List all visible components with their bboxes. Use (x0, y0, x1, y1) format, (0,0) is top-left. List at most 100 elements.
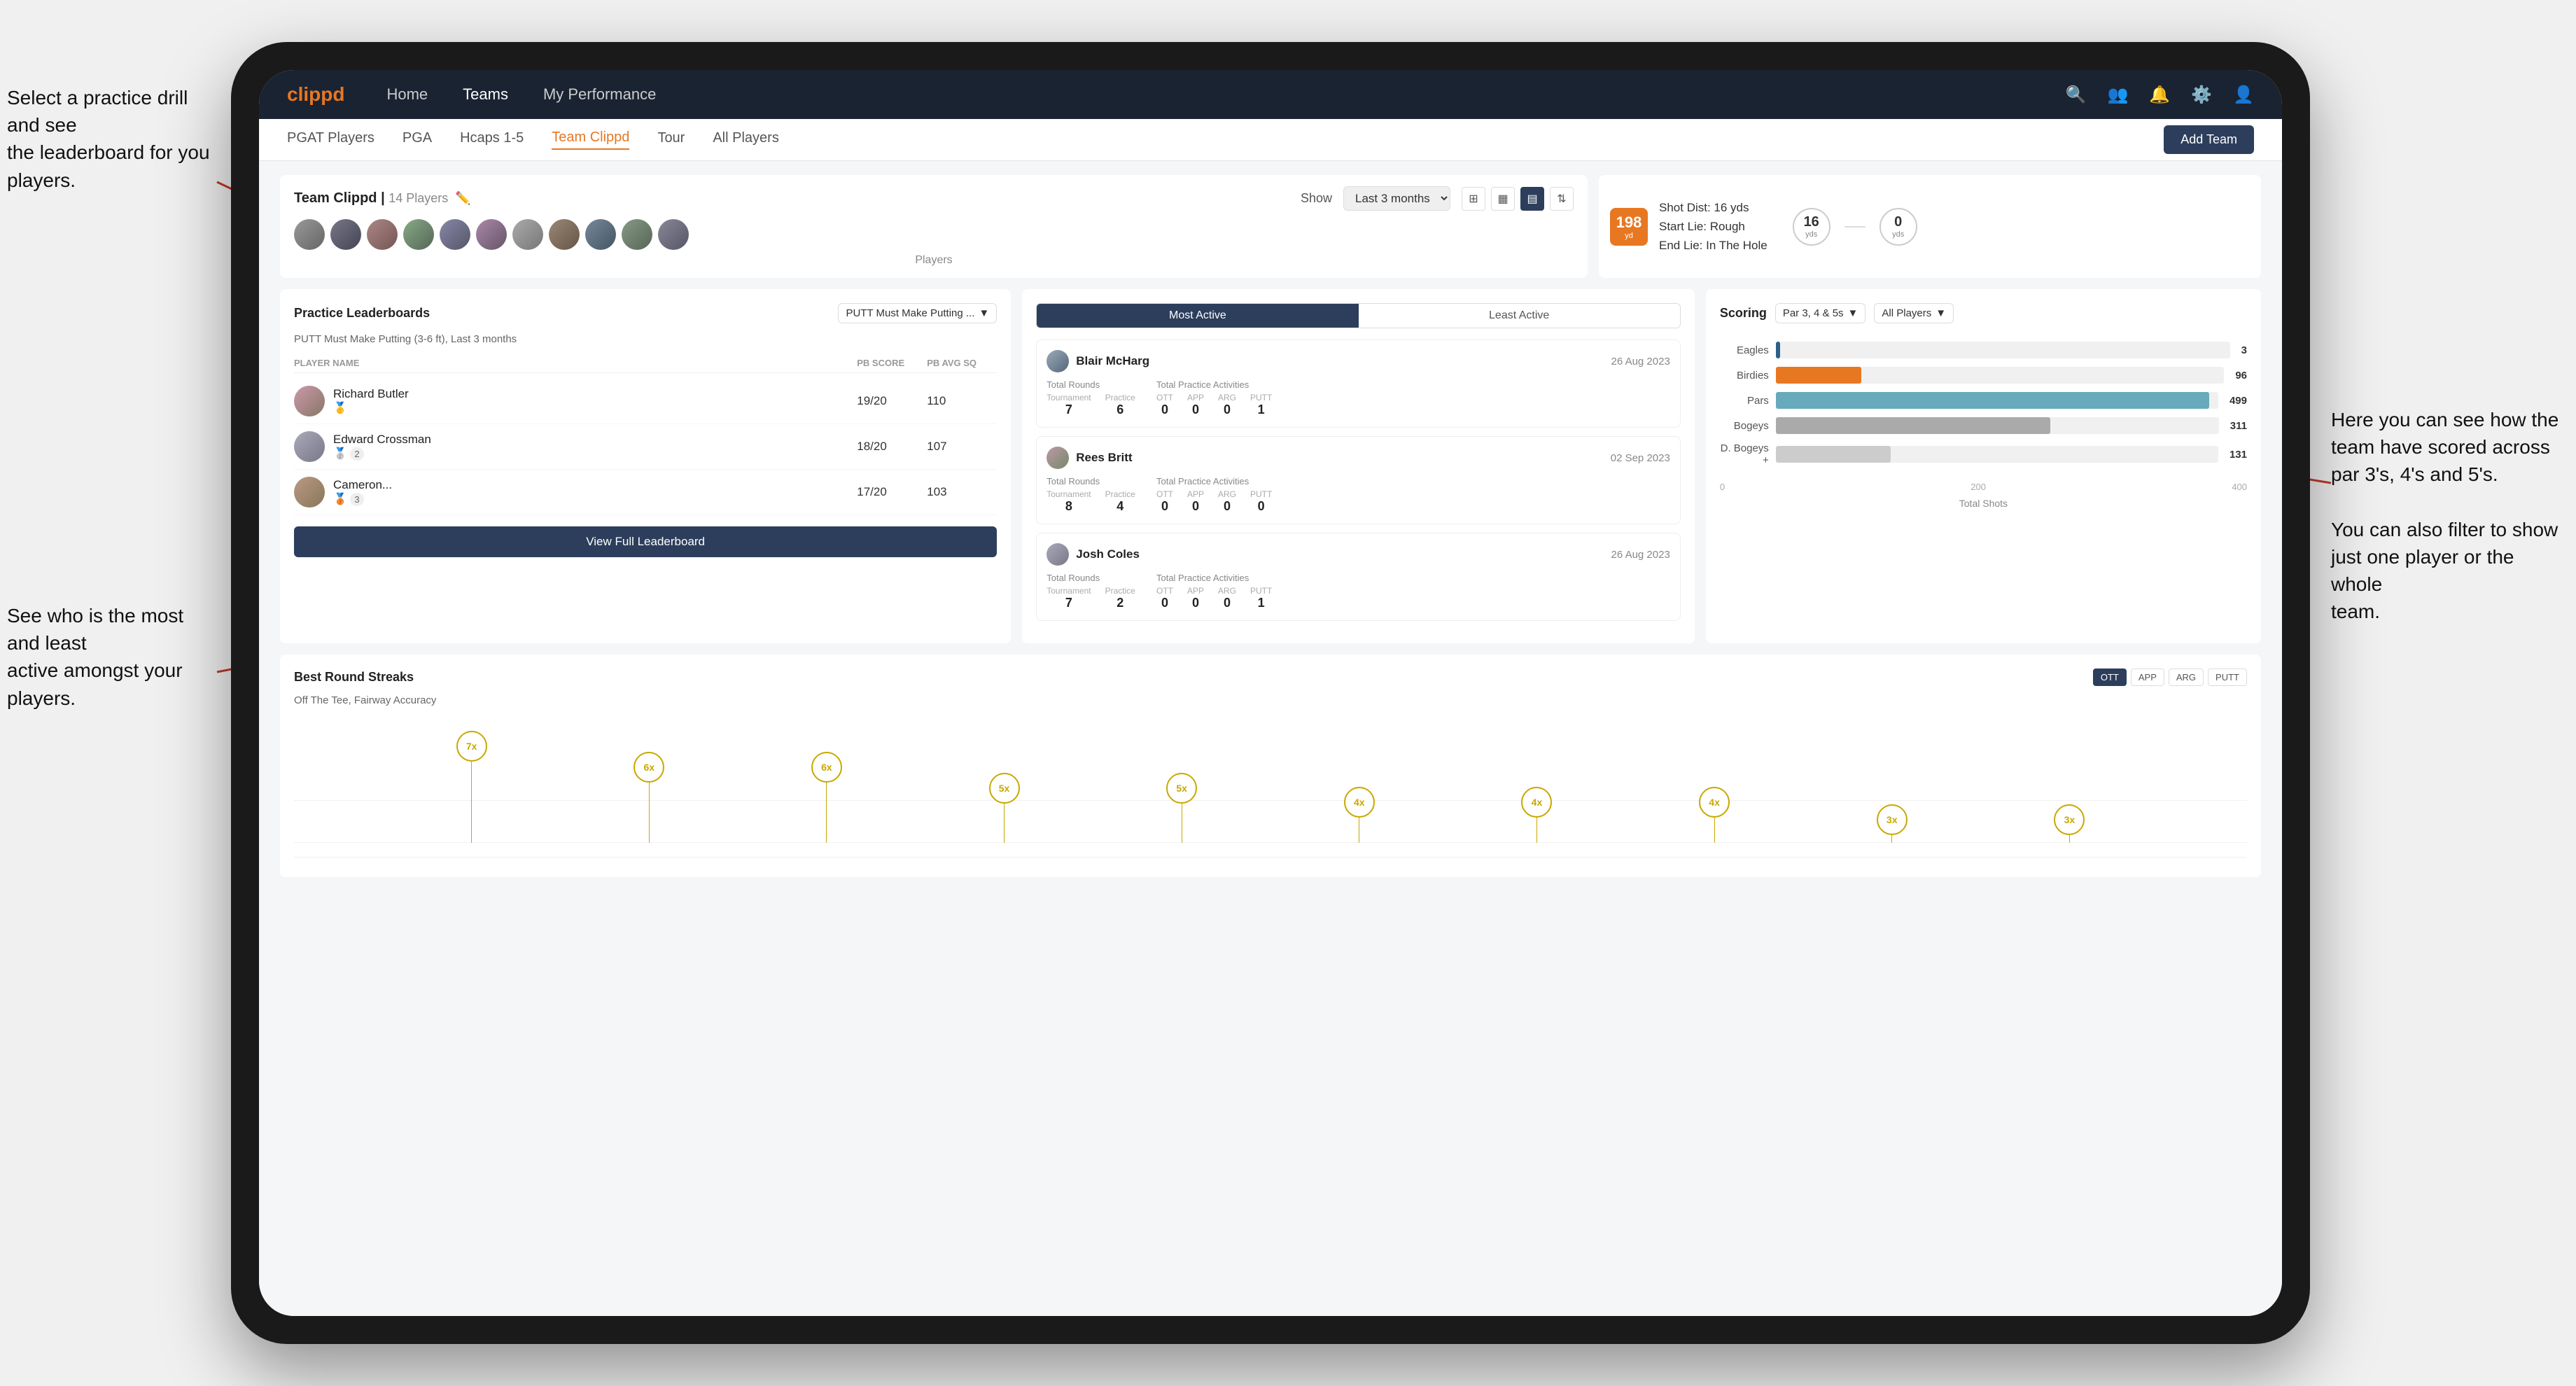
avatar[interactable] (403, 219, 434, 250)
dot-stem (1714, 818, 1715, 843)
avatar[interactable] (330, 219, 361, 250)
bar-fill (1776, 392, 2210, 409)
sub-nav-tour[interactable]: Tour (657, 130, 685, 149)
bar-value: 96 (2235, 370, 2247, 382)
avatar[interactable] (658, 219, 689, 250)
player-activity-header: Josh Coles 26 Aug 2023 (1046, 543, 1670, 566)
activity-card: Most Active Least Active Blair McHarg 26… (1022, 289, 1695, 643)
list-view-btn[interactable]: ▦ (1491, 187, 1515, 211)
avatar[interactable] (367, 219, 398, 250)
three-col-section: Practice Leaderboards PUTT Must Make Put… (280, 289, 2261, 643)
shot-circle-1: 16 yds (1793, 208, 1830, 246)
stat-values: OTT0 APP0 ARG0 PUTT1 (1156, 393, 1272, 417)
dot-item: 6x (811, 752, 842, 843)
bar-value: 499 (2230, 395, 2247, 407)
view-full-leaderboard-button[interactable]: View Full Leaderboard (294, 526, 997, 557)
card-view-btn[interactable]: ▤ (1520, 187, 1544, 211)
bar-row-pars: Pars 499 (1720, 392, 2247, 409)
total-rounds-label: Total Rounds (1046, 476, 1135, 486)
player-info: Richard Butler 🥇 (294, 386, 857, 416)
nav-teams[interactable]: Teams (463, 85, 508, 104)
player-avg: 103 (927, 485, 997, 499)
streaks-buttons: OTT APP ARG PUTT (2093, 668, 2247, 686)
avatar[interactable] (294, 219, 325, 250)
bar-label: Birdies (1720, 370, 1769, 382)
tournament-col: Tournament 7 (1046, 393, 1091, 417)
settings-icon[interactable]: ⚙️ (2191, 85, 2212, 105)
most-active-tab[interactable]: Most Active (1037, 304, 1358, 328)
arg-button[interactable]: ARG (2169, 668, 2204, 686)
bell-icon[interactable]: 🔔 (2149, 85, 2170, 105)
player-activity-row: Josh Coles 26 Aug 2023 Total Rounds Tour… (1036, 533, 1681, 621)
streaks-subtitle: Off The Tee, Fairway Accuracy (294, 694, 2247, 706)
nav-home[interactable]: Home (386, 85, 428, 104)
avatar[interactable] (549, 219, 580, 250)
total-rounds-group: Total Rounds Tournament8 Practice4 (1046, 476, 1135, 514)
search-icon[interactable]: 🔍 (2066, 85, 2087, 105)
avatar[interactable] (440, 219, 470, 250)
sub-nav-pga[interactable]: PGA (402, 130, 432, 149)
scoring-filter-par[interactable]: Par 3, 4 & 5s ▼ (1775, 303, 1866, 323)
dot-stem (2069, 835, 2070, 843)
sub-nav-pgat[interactable]: PGAT Players (287, 130, 374, 149)
bar-label: Bogeys (1720, 420, 1769, 432)
player-activity-header: Rees Britt 02 Sep 2023 (1046, 447, 1670, 469)
practice-col: Practice 6 (1105, 393, 1135, 417)
avatar[interactable] (512, 219, 543, 250)
practice-leaderboard-filter[interactable]: PUTT Must Make Putting ... ▼ (838, 303, 997, 323)
player-activity-name: Blair McHarg (1046, 350, 1149, 372)
least-active-tab[interactable]: Least Active (1359, 304, 1680, 328)
player-name: Edward Crossman (333, 433, 431, 447)
table-row: Edward Crossman 🥈 2 18/20 107 (294, 424, 997, 470)
practice-leaderboard-subtitle: PUTT Must Make Putting (3-6 ft), Last 3 … (294, 333, 997, 345)
activity-stats: Total Rounds Tournament7 Practice2 Total… (1046, 573, 1670, 610)
ott-button[interactable]: OTT (2093, 668, 2127, 686)
team-header-row: Team Clippd | 14 Players ✏️ Show Last 3 … (280, 175, 2261, 278)
chart-line-top (294, 800, 2247, 801)
table-row: Richard Butler 🥇 19/20 110 (294, 379, 997, 424)
filter-btn[interactable]: ⇅ (1550, 187, 1574, 211)
player-activity-row: Rees Britt 02 Sep 2023 Total Rounds Tour… (1036, 436, 1681, 524)
dot-bubble: 7x (456, 731, 487, 762)
dot-bubble: 5x (989, 773, 1020, 804)
bar-container (1776, 417, 2219, 434)
nav-my-performance[interactable]: My Performance (543, 85, 656, 104)
team-name-row: Team Clippd | 14 Players ✏️ (294, 190, 471, 206)
bar-label: Eagles (1720, 344, 1769, 356)
show-period-select[interactable]: Last 3 months (1343, 186, 1450, 211)
show-label: Show (1301, 191, 1332, 206)
people-icon[interactable]: 👥 (2107, 85, 2128, 105)
bar-row-dbogeys: D. Bogeys + 131 (1720, 442, 2247, 466)
player-activity-row: Blair McHarg 26 Aug 2023 Total Rounds To… (1036, 340, 1681, 428)
grid-view-btn[interactable]: ⊞ (1462, 187, 1485, 211)
activity-date: 26 Aug 2023 (1611, 356, 1670, 368)
avatar[interactable] (476, 219, 507, 250)
practice-leaderboard-header: Practice Leaderboards PUTT Must Make Put… (294, 303, 997, 323)
streaks-header: Best Round Streaks OTT APP ARG PUTT (294, 668, 2247, 686)
player-activity-name: Josh Coles (1046, 543, 1140, 566)
edit-icon[interactable]: ✏️ (455, 191, 470, 206)
stat-values: Tournament7 Practice2 (1046, 586, 1135, 610)
sub-nav-team-clippd[interactable]: Team Clippd (552, 130, 629, 150)
team-avatars (294, 219, 1574, 250)
total-rounds-label: Total Rounds (1046, 379, 1135, 390)
scoring-filter-players[interactable]: All Players ▼ (1874, 303, 1954, 323)
bar-container (1776, 342, 2230, 358)
sub-nav-all-players[interactable]: All Players (713, 130, 778, 149)
shot-distance-badge: 198 yd (1610, 208, 1648, 246)
bar-value: 3 (2241, 344, 2247, 356)
avatar[interactable] (585, 219, 616, 250)
dot-item: 7x (456, 731, 487, 843)
user-icon[interactable]: 👤 (2233, 85, 2254, 105)
total-rounds-group: Total Rounds Tournament 7 Practice 6 (1046, 379, 1135, 417)
add-team-button[interactable]: Add Team (2164, 125, 2254, 154)
player-activity-header: Blair McHarg 26 Aug 2023 (1046, 350, 1670, 372)
putt-button[interactable]: PUTT (2208, 668, 2247, 686)
app-button[interactable]: APP (2131, 668, 2164, 686)
team-info-top: Team Clippd | 14 Players ✏️ Show Last 3 … (294, 186, 1574, 211)
sub-nav-hcaps[interactable]: Hcaps 1-5 (460, 130, 524, 149)
avatar[interactable] (622, 219, 652, 250)
annotation-top-left: Select a practice drill and see the lead… (7, 84, 217, 194)
dot-stem (471, 762, 472, 843)
team-name: Team Clippd | 14 Players (294, 190, 448, 206)
